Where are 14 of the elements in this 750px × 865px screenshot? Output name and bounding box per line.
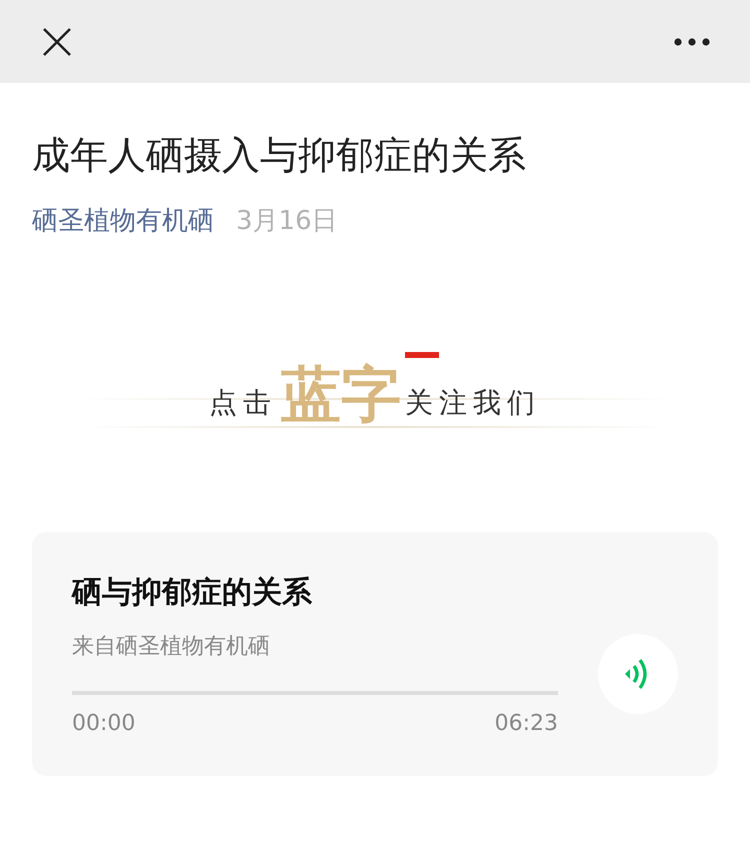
banner-text: 点击 bbox=[209, 385, 277, 421]
more-icon[interactable] bbox=[674, 38, 710, 46]
article-title: 成年人硒摄入与抑郁症的关系 bbox=[32, 132, 527, 179]
audio-card[interactable]: 硒与抑郁症的关系 来自硒圣植物有机硒 00:00 06:23 bbox=[32, 532, 718, 776]
close-icon[interactable] bbox=[42, 26, 72, 56]
audio-source: 来自硒圣植物有机硒 bbox=[72, 633, 271, 661]
accent-bar bbox=[405, 352, 439, 358]
elapsed-time: 00:00 bbox=[72, 711, 136, 736]
duration-time: 06:23 bbox=[494, 711, 558, 736]
account-link[interactable]: 硒圣植物有机硒 bbox=[32, 203, 214, 238]
publish-date: 3月16日 bbox=[236, 205, 338, 238]
audio-title: 硒与抑郁症的关系 bbox=[72, 574, 313, 612]
banner-highlight: 蓝字 bbox=[281, 360, 401, 430]
banner-text: 关注我们 bbox=[405, 385, 541, 421]
